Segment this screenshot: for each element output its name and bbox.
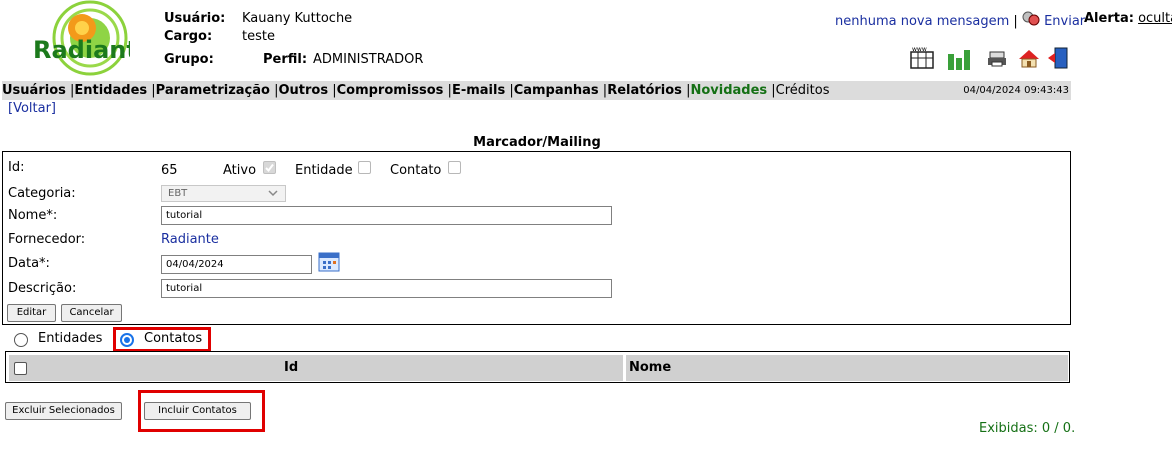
menu-parametrizacao[interactable]: Parametrização [156, 83, 270, 98]
charts-icon[interactable] [946, 46, 972, 70]
radiante-logo: Radiante [30, 0, 154, 80]
entidades-radio-label[interactable]: Entidades [38, 331, 102, 346]
www-icon[interactable]: www [910, 46, 934, 70]
menu-relatorios[interactable]: Relatórios [607, 83, 682, 98]
table-header-nome[interactable]: Nome [626, 355, 1068, 381]
contatos-radio-label[interactable]: Contatos [144, 331, 202, 346]
nome-label: Nome*: [8, 208, 58, 223]
menu-sep: | [598, 83, 608, 98]
menu-entidades[interactable]: Entidades [74, 83, 147, 98]
categoria-label: Categoria: [8, 186, 76, 201]
perfil-value: ADMINISTRADOR [313, 52, 424, 67]
alerta-label: Alerta: [1084, 11, 1134, 26]
usuario-label: Usuário: [164, 11, 226, 26]
id-label: Id: [8, 160, 25, 175]
svg-text:www: www [912, 46, 927, 53]
fornecedor-label: Fornecedor: [8, 232, 86, 247]
table-header-id[interactable]: Id [281, 355, 623, 381]
menu-usuarios[interactable]: Usuários [2, 83, 66, 98]
ativo-label: Ativo [223, 163, 257, 178]
cargo-label: Cargo: [164, 29, 213, 44]
descricao-label: Descrição: [8, 281, 77, 296]
menu-emails[interactable]: E-mails [452, 83, 505, 98]
contato-checkbox[interactable] [448, 161, 461, 174]
perfil-label: Perfil: [263, 52, 308, 67]
menu-campanhas[interactable]: Campanhas [514, 83, 599, 98]
menu-sep: | [147, 83, 156, 98]
logo-text: Radiante [33, 36, 130, 64]
exit-door-icon[interactable] [1047, 46, 1069, 70]
editar-button[interactable]: Editar [7, 304, 56, 322]
exibidas-count: Exibidas: 0 / 0. [979, 421, 1076, 436]
entidade-checkbox[interactable] [358, 161, 371, 174]
cancelar-button[interactable]: Cancelar [61, 304, 122, 322]
incluir-contatos-button[interactable]: Incluir Contatos [144, 402, 251, 420]
alerta-box: Alerta: oculta [1084, 11, 1172, 26]
voltar-link[interactable]: [Voltar] [8, 101, 56, 116]
main-menu-bar: Usuários |Entidades |Parametrização |Out… [2, 81, 1071, 100]
menu-sep: | [767, 83, 776, 98]
categoria-value: EBT [168, 188, 188, 199]
alerta-toggle[interactable]: oculta [1138, 11, 1172, 26]
data-label: Data*: [8, 256, 50, 271]
grupo-label: Grupo: [164, 52, 214, 67]
table-header-select [9, 355, 283, 381]
menu-creditos[interactable]: Créditos [776, 83, 830, 98]
data-input[interactable]: 04/04/2024 [161, 255, 312, 274]
header-separator: | [1013, 14, 1018, 29]
menu-outros[interactable]: Outros [278, 83, 328, 98]
contacts-table: Id Nome [5, 351, 1070, 383]
menu-compromissos[interactable]: Compromissos [337, 83, 444, 98]
calendar-icon[interactable] [318, 252, 340, 272]
menu-sep: | [443, 83, 452, 98]
cargo-value: teste [242, 29, 275, 44]
entidade-label: Entidade [295, 163, 353, 178]
entidades-radio[interactable] [14, 333, 28, 347]
current-datetime: 04/04/2024 09:43:43 [963, 85, 1069, 96]
mailing-form: Id: 65 Ativo Entidade Contato Categoria:… [2, 151, 1071, 325]
header-right: nenhuma nova mensagem | Enviar [835, 11, 1085, 29]
menu-novidades[interactable]: Novidades [690, 83, 767, 98]
messages-link[interactable]: nenhuma nova mensagem [835, 14, 1009, 29]
categoria-select[interactable]: EBT [161, 185, 286, 202]
enviar-link[interactable]: Enviar [1044, 14, 1085, 29]
ativo-checkbox[interactable] [263, 161, 276, 174]
printer-icon[interactable] [987, 46, 1007, 70]
select-all-checkbox[interactable] [14, 362, 27, 375]
chevron-down-icon [267, 187, 279, 203]
home-icon[interactable] [1018, 46, 1040, 70]
nome-input[interactable]: tutorial [161, 206, 612, 225]
usuario-value: Kauany Kuttoche [242, 11, 353, 26]
page-title: Marcador/Mailing [473, 135, 601, 150]
contato-label: Contato [390, 163, 442, 178]
contatos-radio[interactable] [120, 333, 134, 347]
menu-sep: | [505, 83, 514, 98]
menu-sep: | [328, 83, 337, 98]
fornecedor-value: Radiante [161, 232, 219, 247]
key-icon [1022, 11, 1040, 26]
id-value: 65 [161, 163, 178, 178]
descricao-input[interactable]: tutorial [161, 279, 612, 298]
excluir-selecionados-button[interactable]: Excluir Selecionados [5, 402, 122, 420]
